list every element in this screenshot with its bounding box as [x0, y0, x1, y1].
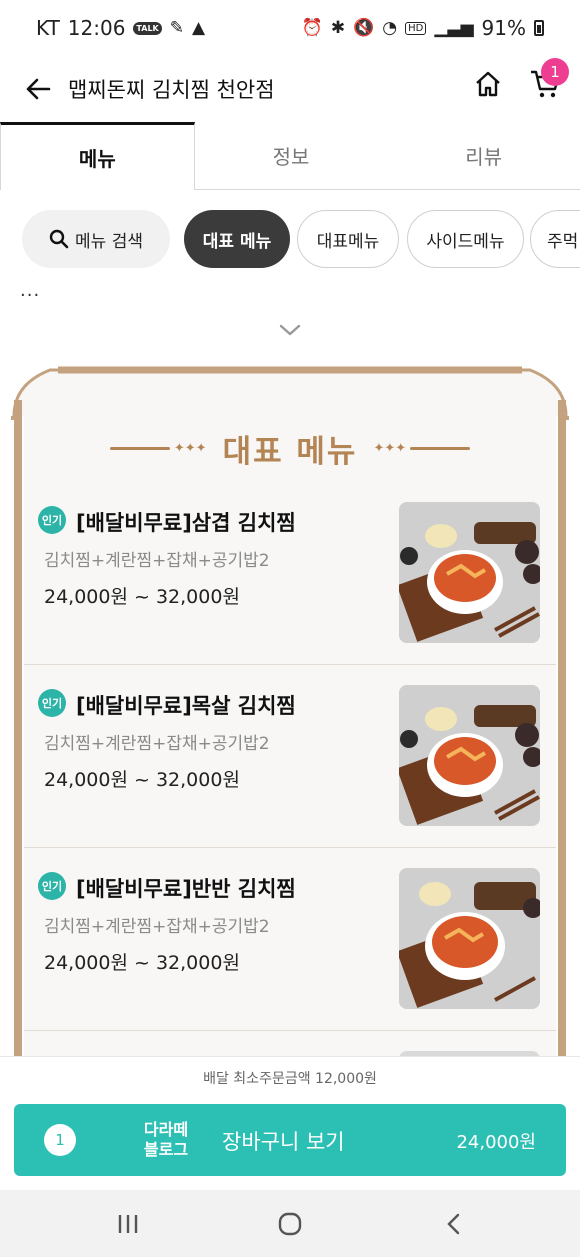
chevron-left-icon	[447, 1213, 460, 1235]
cart-count-badge: 1	[541, 58, 569, 86]
menu-item-price: 24,000원 ~ 32,000원	[44, 769, 240, 791]
back-button[interactable]	[20, 71, 56, 107]
home-button[interactable]	[470, 66, 506, 102]
alarm-icon: ⏰	[301, 18, 323, 38]
menu-item-price: 24,000원 ~ 32,000원	[44, 952, 240, 974]
chip-rice-ball[interactable]: 주먹	[530, 210, 580, 268]
battery-percent: 91%	[481, 16, 526, 40]
store-notice-ellipsis: ...	[20, 280, 41, 301]
chip-side-menu[interactable]: 사이드메뉴	[407, 210, 524, 268]
chevron-down-icon	[279, 324, 301, 336]
home-icon	[476, 71, 500, 97]
back-nav-button[interactable]	[438, 1208, 470, 1240]
recent-apps-button[interactable]	[112, 1208, 144, 1240]
menu-item[interactable]: 인기 [배달비무료]삼겹 김치찜 김치찜+계란찜+잡채+공기밥2 24,000원…	[24, 482, 556, 665]
bluetooth-icon: ✱	[330, 18, 346, 38]
kakaotalk-icon: TALK	[133, 21, 162, 35]
expand-button[interactable]	[276, 318, 304, 342]
notification-icon: ✎	[169, 18, 184, 38]
menu-item[interactable]: 인기 [배달비무료]목살 김치찜 김치찜+계란찜+잡채+공기밥2 24,000원…	[24, 665, 556, 848]
search-icon	[49, 229, 69, 249]
system-navigation-bar	[0, 1190, 580, 1257]
signal-icon: ▁▃▅	[434, 18, 474, 38]
menu-item-description: 김치찜+계란찜+잡채+공기밥2	[44, 734, 270, 754]
decoration-right: ✦✦✦	[373, 441, 471, 456]
menu-item-description: 김치찜+계란찜+잡채+공기밥2	[44, 917, 270, 937]
status-left: KT 12:06 TALK ✎ ▲	[36, 16, 205, 40]
arrow-left-icon	[26, 78, 51, 100]
popular-badge: 인기	[38, 689, 66, 717]
min-order-amount: 배달 최소주문금액 12,000원	[203, 1071, 377, 1087]
hd-icon: HD	[405, 21, 427, 35]
mute-icon: 🔇	[353, 18, 375, 38]
menu-item-description: 김치찜+계란찜+잡채+공기밥2	[44, 551, 270, 571]
menu-item-name: [배달비무료]삼겹 김치찜	[76, 511, 296, 535]
menu-search-button[interactable]: 메뉴 검색	[22, 210, 170, 268]
menu-item-photo	[399, 868, 540, 1009]
cart-item-count: 1	[44, 1124, 76, 1156]
store-tabs: 메뉴 정보 리뷰	[0, 122, 580, 190]
menu-item-name: [배달비무료]목살 김치찜	[76, 694, 296, 718]
cart-total-price: 24,000원	[456, 1132, 536, 1153]
menu-item[interactable]: 인기 [배달비무료]반반 김치찜 김치찜+계란찜+잡채+공기밥2 24,000원…	[24, 848, 556, 1031]
clock: 12:06	[67, 16, 126, 40]
section-title: 대표 메뉴	[222, 433, 358, 470]
status-right: ⏰ ✱ 🔇 ◔ HD ▁▃▅ 91%	[302, 16, 544, 40]
category-chips: 메뉴 검색 대표 메뉴 대표메뉴 사이드메뉴 주먹	[0, 210, 580, 270]
status-bar: KT 12:06 TALK ✎ ▲ ⏰ ✱ 🔇 ◔ HD ▁▃▅ 91%	[0, 0, 580, 56]
menu-item-photo	[399, 502, 540, 643]
chip-signature-menu[interactable]: 대표 메뉴	[184, 210, 290, 268]
decoration-left: ✦✦✦	[109, 441, 207, 456]
home-nav-button[interactable]	[274, 1208, 306, 1240]
menu-search-label: 메뉴 검색	[75, 231, 143, 252]
warning-icon: ▲	[192, 18, 206, 38]
watermark-logo: 다라떼 블로그	[143, 1120, 189, 1159]
carrier-label: KT	[36, 16, 60, 40]
tab-menu[interactable]: 메뉴	[0, 122, 195, 190]
menu-item-name: [배달비무료]반반 김치찜	[76, 877, 296, 901]
view-cart-button[interactable]: 1 다라떼 블로그 장바구니 보기 24,000원	[14, 1104, 566, 1176]
menu-item-photo	[399, 685, 540, 826]
chip-signature-menu-2[interactable]: 대표메뉴	[297, 210, 399, 268]
battery-icon	[534, 20, 544, 36]
popular-badge: 인기	[38, 872, 66, 900]
section-header: ✦✦✦ 대표 메뉴 ✦✦✦	[0, 426, 580, 470]
recent-apps-icon	[118, 1215, 138, 1233]
tab-review[interactable]: 리뷰	[387, 122, 580, 189]
store-title: 맵찌돈찌 김치찜 천안점	[68, 78, 275, 102]
popular-badge: 인기	[38, 506, 66, 534]
view-cart-label: 장바구니 보기	[222, 1130, 345, 1154]
home-circle-icon	[278, 1212, 302, 1236]
tab-info[interactable]: 정보	[195, 122, 388, 189]
wifi-icon: ◔	[382, 18, 398, 38]
menu-item-price: 24,000원 ~ 32,000원	[44, 586, 240, 608]
